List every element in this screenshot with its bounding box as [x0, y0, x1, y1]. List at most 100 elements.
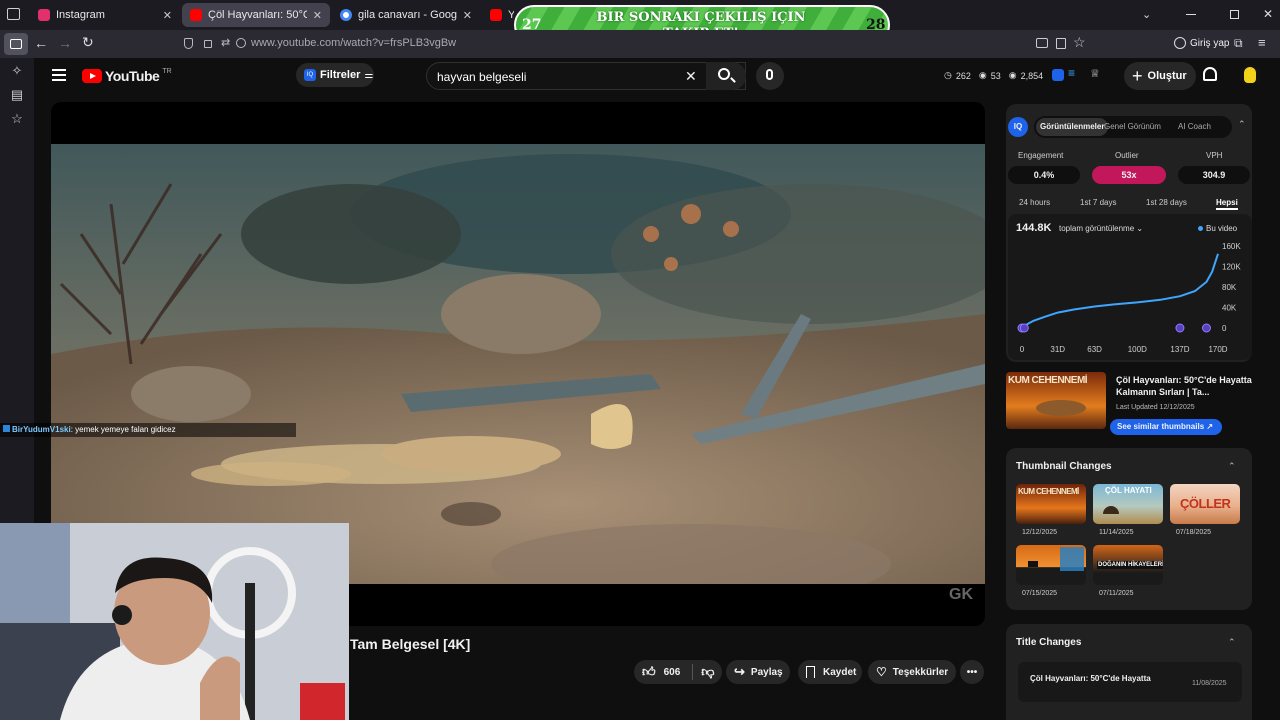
collapse-chevron-icon[interactable]: ⌃: [1228, 637, 1236, 648]
bookmarks-icon[interactable]: ☆: [10, 112, 24, 126]
thumbnail-change-4[interactable]: [1016, 545, 1086, 585]
chevron-down-icon[interactable]: ⌄: [1142, 8, 1151, 21]
channel-stats: ◷ 262 ◉ 53 ◉ 2,854: [944, 70, 1043, 81]
url-bar[interactable]: ⇄ www.youtube.com/watch?v=frsPLB3vgBw ☆: [176, 33, 1096, 55]
thumbnail-change-3[interactable]: ÇÖLLER: [1170, 484, 1240, 524]
pikachu-avatar-icon: [1244, 67, 1256, 83]
thumbs-up-icon: 👍︎: [642, 664, 656, 679]
sidebar-toggle-icon[interactable]: [4, 33, 28, 55]
voice-search-button[interactable]: [756, 62, 784, 90]
range-28d[interactable]: 1st 28 days: [1146, 198, 1187, 207]
webcam-overlay: [0, 523, 349, 720]
clock-icon: ◷: [944, 70, 952, 80]
collapse-chevron-icon[interactable]: ⌃: [1228, 461, 1236, 472]
y-tick-label: 40K: [1222, 304, 1237, 313]
event-marker: [1019, 323, 1029, 333]
history-icon[interactable]: ▤: [10, 88, 24, 102]
thumbnail-text: KUM CEHENNEMİ: [1018, 487, 1079, 496]
signin-label[interactable]: Giriş yap: [1190, 38, 1229, 49]
tab-google[interactable]: gila canavarı - Google Search ✕: [332, 3, 480, 27]
permissions-icon[interactable]: ⇄: [221, 36, 230, 49]
lock-icon[interactable]: [204, 40, 212, 48]
create-label: Oluştur: [1147, 70, 1187, 82]
y-tick-label: 0: [1222, 324, 1227, 333]
sliders-icon: ⚌: [364, 69, 374, 81]
close-tab-icon[interactable]: ✕: [313, 9, 322, 22]
video-frame-scorpion: [51, 144, 985, 584]
trophy-icon[interactable]: ♕: [1090, 67, 1100, 80]
close-tab-icon[interactable]: ✕: [463, 9, 472, 22]
thumbnail-change-2[interactable]: ÇÖL HAYATI: [1093, 484, 1163, 524]
vidiq-icon[interactable]: [1052, 69, 1064, 81]
plus-icon: +: [1132, 66, 1143, 86]
share-label: Paylaş: [750, 666, 783, 678]
back-icon[interactable]: ←: [34, 35, 48, 51]
search-input[interactable]: hayvan belgeseli: [437, 70, 526, 84]
reload-icon[interactable]: ↻: [82, 34, 94, 51]
gazelle-icon: [1028, 561, 1038, 567]
share-button[interactable]: ↪ Paylaş: [726, 660, 790, 684]
metric-engagement-value: 0.4%: [1008, 166, 1080, 184]
reader-icon[interactable]: [1056, 38, 1066, 49]
y-tick-label: 160K: [1222, 242, 1241, 251]
range-all[interactable]: Hepsi: [1216, 198, 1238, 210]
tab-label: Çöl Hayvanları: 50°C'de Hayatta: [208, 9, 307, 21]
external-link-icon: ↗: [1206, 422, 1214, 431]
thumbs-down-icon[interactable]: 👎︎: [701, 664, 714, 680]
see-similar-thumbnails-button[interactable]: See similar thumbnails ↗: [1110, 419, 1222, 435]
picture-in-picture-icon[interactable]: [1036, 38, 1048, 48]
save-button[interactable]: Kaydet: [798, 660, 862, 684]
channel-watermark: GK: [949, 586, 973, 603]
chat-user: BirYudumV1ski: [12, 425, 71, 434]
list-icon[interactable]: ≡: [1068, 66, 1075, 80]
collapse-chevron-icon[interactable]: ⌃: [1238, 119, 1246, 130]
thumbnail-change-1[interactable]: KUM CEHENNEMİ: [1016, 484, 1086, 524]
title-changes-heading: Title Changes: [1016, 637, 1082, 648]
tab-ai-coach[interactable]: AI Coach: [1178, 122, 1211, 131]
search-button[interactable]: [706, 62, 746, 90]
thumbnail-change-date: 07/18/2025: [1176, 529, 1212, 536]
x-tick-label: 63D: [1087, 345, 1102, 354]
range-24h[interactable]: 24 hours: [1019, 198, 1050, 207]
thumbnail-badge: [1060, 547, 1084, 571]
youtube-logo[interactable]: YouTube TR: [82, 68, 172, 84]
extensions-icon[interactable]: ⧉: [1234, 36, 1243, 51]
tab-youtube-active[interactable]: Çöl Hayvanları: 50°C'de Hayatta ✕: [182, 3, 330, 27]
microphone-icon: [766, 69, 773, 80]
notifications-bell-icon[interactable]: [1203, 67, 1217, 81]
tab-instagram[interactable]: Instagram ✕: [30, 3, 180, 27]
minimize-icon[interactable]: [1186, 14, 1196, 15]
tab-views[interactable]: Görüntülenmeler: [1036, 118, 1109, 136]
tab-list-icon[interactable]: [7, 8, 20, 20]
bookmark-star-icon[interactable]: ☆: [1073, 34, 1086, 51]
y-tick-label: 120K: [1222, 263, 1241, 272]
video-title: Tam Belgesel [4K]: [350, 636, 471, 652]
avatar[interactable]: [1239, 64, 1261, 86]
more-actions-button[interactable]: •••: [960, 660, 984, 684]
title-change-row: Çöl Hayvanları: 50°C'de Hayatta 11/08/20…: [1018, 662, 1242, 702]
thumbnail-change-date: 11/14/2025: [1099, 529, 1134, 536]
like-button[interactable]: 👍︎ 606 👎︎: [634, 660, 722, 684]
ai-sparkle-icon[interactable]: ✧: [10, 64, 24, 78]
menu-icon[interactable]: ≡: [1258, 35, 1266, 50]
shield-icon[interactable]: [184, 38, 193, 49]
range-7d[interactable]: 1st 7 days: [1080, 198, 1116, 207]
create-button[interactable]: + Oluştur: [1124, 62, 1196, 90]
hamburger-menu-icon[interactable]: [52, 69, 66, 81]
thumbnail-change-5[interactable]: DOĞANIN HİKAYELERİ: [1093, 545, 1163, 585]
url-text[interactable]: www.youtube.com/watch?v=frsPLB3vgBw: [251, 37, 456, 49]
close-window-icon[interactable]: ✕: [1263, 7, 1273, 21]
series-line: [1021, 253, 1219, 329]
thanks-button[interactable]: ♡ Teşekkürler: [868, 660, 956, 684]
close-tab-icon[interactable]: ✕: [163, 9, 172, 22]
forward-icon[interactable]: →: [58, 35, 72, 51]
clear-search-icon[interactable]: ✕: [685, 68, 697, 85]
restore-icon[interactable]: [1230, 10, 1239, 19]
search-box[interactable]: hayvan belgeseli ✕: [426, 62, 746, 90]
filters-button[interactable]: IQ Filtreler ⚌: [296, 63, 374, 87]
tab-overview[interactable]: Genel Görünüm: [1104, 122, 1161, 131]
profile-icon[interactable]: [1174, 37, 1186, 49]
tracking-icon[interactable]: [236, 38, 246, 48]
views-dropdown[interactable]: toplam görüntülenme ⌄: [1059, 224, 1143, 233]
search-icon: [718, 68, 730, 80]
